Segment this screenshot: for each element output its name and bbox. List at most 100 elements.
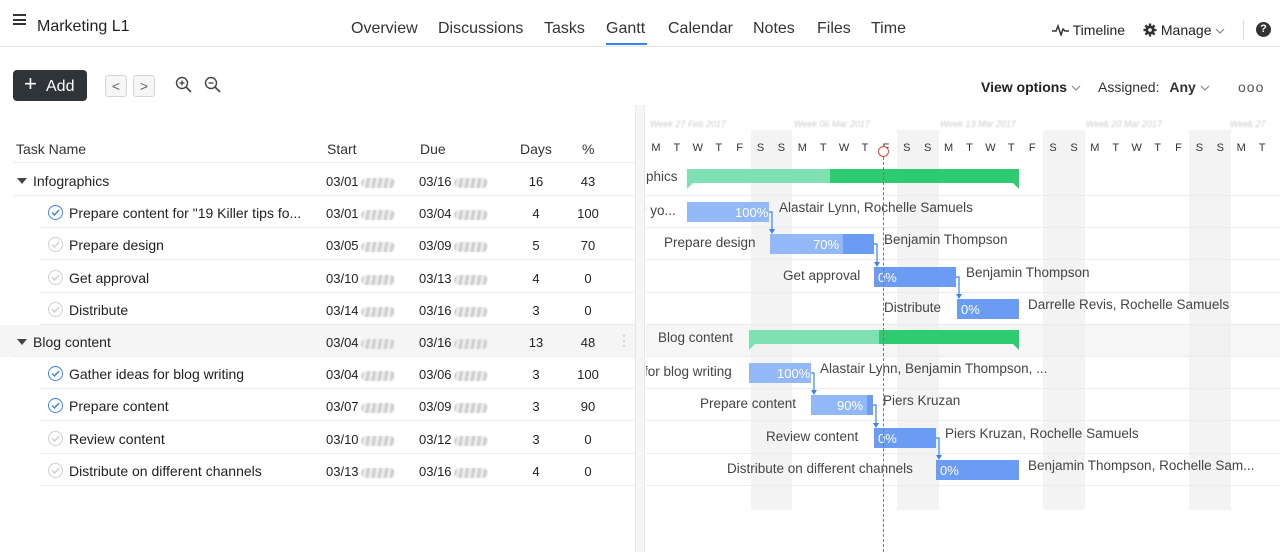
tab-files[interactable]: Files	[817, 20, 851, 38]
task-row[interactable]: Prepare design 03/05 03/09 5 70	[0, 228, 635, 260]
task-bar-assignees: Darrelle Revis, Rochelle Samuels	[1028, 297, 1230, 312]
task-row[interactable]: Prepare content 03/07 03/09 3 90	[0, 389, 635, 421]
day-letter: S	[1195, 142, 1204, 154]
start-date: 03/10	[326, 271, 395, 286]
task-bar[interactable]: 100%	[687, 202, 769, 222]
hamburger-menu-icon[interactable]	[13, 14, 26, 25]
task-bar[interactable]: 0%	[874, 267, 956, 287]
timeline-label: Timeline	[1072, 22, 1126, 38]
task-group-row[interactable]: Infographics 03/01 03/16 16 43	[0, 164, 635, 196]
tab-notes[interactable]: Notes	[753, 20, 795, 38]
redacted-year	[360, 467, 395, 478]
start-date: 03/07	[326, 399, 395, 414]
task-group-name: Infographics	[33, 173, 110, 189]
day-letter: F	[1175, 142, 1182, 154]
collapse-caret-icon[interactable]	[17, 178, 27, 184]
start-date: 03/04	[326, 335, 395, 350]
task-complete-checkbox[interactable]	[48, 463, 63, 478]
task-row[interactable]: Gather ideas for blog writing 03/04 03/06 3…	[0, 357, 635, 389]
redacted-year	[453, 209, 488, 220]
add-button[interactable]: + Add	[13, 70, 87, 101]
task-row[interactable]: Review content 03/10 03/12 3 0	[0, 422, 635, 454]
checkmark-icon	[51, 306, 60, 313]
add-label: Add	[46, 78, 75, 95]
timeline-button[interactable]: Timeline	[1052, 22, 1125, 38]
due-date-value: 03/09	[419, 238, 452, 253]
tab-tasks[interactable]: Tasks	[544, 20, 585, 38]
task-bar[interactable]: 90%	[811, 395, 873, 415]
percent-value: 100	[577, 206, 599, 221]
task-group-row[interactable]: Blog content 03/04 03/16 13 48 · · ·	[0, 325, 635, 357]
tab-gantt[interactable]: Gantt	[606, 20, 645, 38]
pane-splitter[interactable]	[635, 105, 645, 552]
task-complete-checkbox[interactable]	[48, 237, 63, 252]
task-row[interactable]: Distribute on different channels 03/13 03/…	[0, 454, 635, 486]
task-complete-checkbox[interactable]	[48, 270, 63, 285]
summary-bar[interactable]	[687, 169, 1019, 189]
redacted-year	[360, 370, 395, 381]
day-letter: S	[756, 142, 765, 154]
task-bar[interactable]: 100%	[749, 363, 811, 383]
task-complete-checkbox[interactable]	[48, 431, 63, 446]
start-date-value: 03/07	[326, 399, 359, 414]
task-row[interactable]: Prepare content for "19 Killer tips fo..…	[0, 196, 635, 228]
day-letter: W	[985, 142, 996, 154]
percent-value: 70	[580, 238, 596, 253]
task-complete-checkbox[interactable]	[48, 205, 63, 220]
assigned-label: Assigned:	[1098, 79, 1160, 95]
task-group-name: Blog content	[33, 334, 111, 350]
task-bar[interactable]: 70%	[770, 234, 874, 254]
manage-button[interactable]: Manage	[1143, 22, 1225, 38]
days-value: 3	[532, 399, 540, 414]
task-row[interactable]: Get approval 03/10 03/13 4 0	[0, 261, 635, 293]
dependency-arrow	[873, 404, 879, 428]
checkmark-icon	[51, 370, 60, 377]
prev-button[interactable]: <	[105, 75, 127, 97]
percent-value: 0	[584, 271, 592, 286]
task-bar-label: r yo...	[646, 203, 676, 218]
tab-overview[interactable]: Overview	[351, 20, 418, 38]
gantt-row-divider	[646, 453, 1280, 454]
day-letter: T	[673, 142, 681, 154]
redacted-year	[360, 209, 395, 220]
view-options-dropdown[interactable]: View options	[981, 79, 1081, 95]
assigned-filter[interactable]: Assigned: Any	[1098, 79, 1210, 95]
column-header-due[interactable]: Due	[420, 141, 446, 157]
tab-time[interactable]: Time	[871, 20, 906, 38]
column-header-days[interactable]: Days	[520, 141, 552, 157]
next-button[interactable]: >	[133, 75, 155, 97]
column-header-percent[interactable]: %	[582, 141, 594, 157]
manage-label: Manage	[1160, 22, 1212, 38]
due-date-value: 03/06	[419, 367, 452, 382]
task-complete-checkbox[interactable]	[48, 302, 63, 317]
task-row[interactable]: Distribute 03/14 03/16 3 0	[0, 293, 635, 325]
more-options-icon[interactable]: ooo	[1238, 79, 1264, 95]
due-date: 03/12	[419, 432, 488, 447]
summary-bar[interactable]	[749, 330, 1019, 350]
column-header-start[interactable]: Start	[327, 141, 357, 157]
help-icon[interactable]: ?	[1256, 22, 1271, 37]
task-bar[interactable]: 0%	[957, 299, 1019, 319]
row-menu-icon[interactable]: · · ·	[622, 329, 626, 351]
tab-discussions[interactable]: Discussions	[438, 20, 523, 38]
week-label: Week 27	[1230, 119, 1266, 129]
due-date: 03/04	[419, 206, 488, 221]
task-complete-checkbox[interactable]	[48, 398, 63, 413]
redacted-year	[453, 274, 488, 285]
gear-icon	[1143, 23, 1157, 37]
task-bar[interactable]: 0%	[936, 460, 1019, 480]
due-date-value: 03/12	[419, 432, 452, 447]
tab-calendar[interactable]: Calendar	[668, 20, 733, 38]
due-date: 03/16	[419, 174, 488, 189]
zoom-in-icon[interactable]	[175, 76, 193, 94]
task-complete-checkbox[interactable]	[48, 366, 63, 381]
gantt-row-divider	[646, 356, 1280, 357]
today-line	[883, 147, 884, 552]
collapse-caret-icon[interactable]	[17, 339, 27, 345]
task-name: Gather ideas for blog writing	[69, 366, 245, 382]
dependency-arrow	[956, 276, 962, 299]
start-date-value: 03/14	[326, 303, 359, 318]
checkmark-icon	[51, 435, 60, 442]
zoom-out-icon[interactable]	[204, 76, 222, 94]
column-header-task-name[interactable]: Task Name	[16, 141, 86, 157]
